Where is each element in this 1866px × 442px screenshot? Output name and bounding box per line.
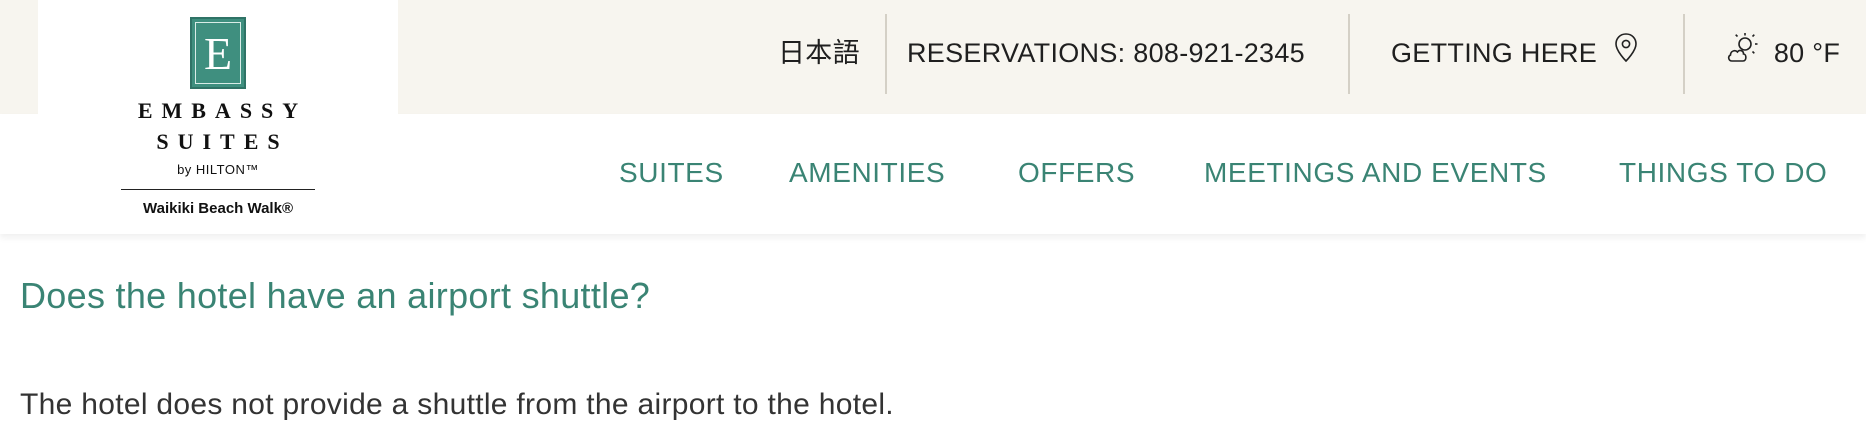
logo-by-line: by HILTON™	[177, 162, 259, 177]
getting-here-label: GETTING HERE	[1391, 38, 1598, 68]
logo-name-line1: EMBASSY	[137, 98, 308, 123]
logo-mark-letter: E	[203, 28, 233, 79]
language-link[interactable]: 日本語	[778, 37, 860, 69]
nav-item-meetings-and-events[interactable]: MEETINGS AND EVENTS	[1204, 156, 1547, 190]
partly-sunny-icon	[1726, 33, 1766, 72]
getting-here-link[interactable]: GETTING HERE	[1391, 33, 1639, 71]
reservations-link[interactable]: RESERVATIONS: 808-921-2345	[907, 37, 1305, 69]
logo-divider	[121, 189, 315, 190]
map-pin-icon	[1605, 33, 1639, 71]
utility-divider	[1683, 14, 1685, 94]
nav-item-suites[interactable]: SUITES	[619, 156, 724, 190]
nav-item-things-to-do[interactable]: THINGS TO DO	[1619, 156, 1827, 190]
temperature: 80 °F	[1773, 38, 1841, 68]
utility-divider	[885, 14, 887, 94]
weather-widget: 80 °F	[1726, 33, 1841, 72]
logo-location: Waikiki Beach Walk®	[143, 200, 293, 217]
utility-divider	[1348, 14, 1350, 94]
brand-logo[interactable]: E EMBASSY SUITES by HILTON™ Waikiki Beac…	[38, 0, 398, 232]
faq-question: Does the hotel have an airport shuttle?	[20, 275, 651, 316]
nav-item-offers[interactable]: OFFERS	[1018, 156, 1135, 190]
nav-item-amenities[interactable]: AMENITIES	[789, 156, 945, 190]
page: 日本語 RESERVATIONS: 808-921-2345 GETTING H…	[0, 0, 1866, 442]
logo-name-line2: SUITES	[156, 129, 289, 154]
faq-answer: The hotel does not provide a shuttle fro…	[20, 388, 894, 421]
logo-mark: E	[190, 17, 246, 89]
